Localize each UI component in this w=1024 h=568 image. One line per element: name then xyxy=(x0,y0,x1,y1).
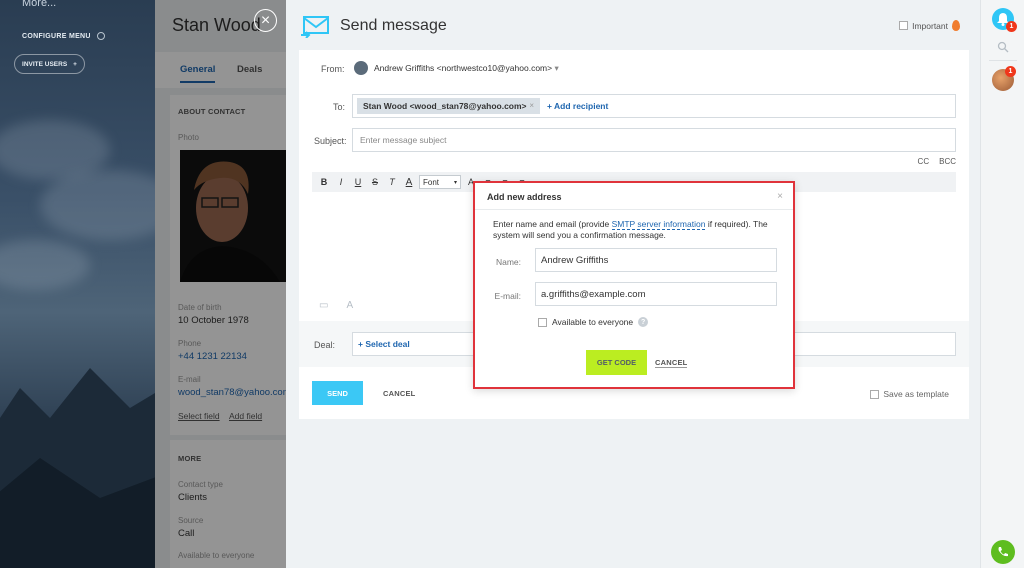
configure-menu-label: CONFIGURE MENU xyxy=(22,32,91,40)
notifications-button[interactable]: 1 xyxy=(992,8,1017,32)
close-slider-button[interactable]: × xyxy=(254,9,277,32)
slider-title: Send message xyxy=(340,17,447,34)
bcc-link[interactable]: BCC xyxy=(939,157,956,166)
user-badge: 1 xyxy=(1005,66,1016,77)
subject-input[interactable] xyxy=(353,129,955,151)
editor-bottom-icons: ▭ A xyxy=(319,300,353,311)
bold-icon[interactable]: B xyxy=(317,175,331,189)
invite-users-button[interactable]: INVITE USERS + xyxy=(14,54,85,74)
flame-icon xyxy=(952,20,960,31)
right-rail: 1 1 xyxy=(980,0,1024,568)
save-template-label: Save as template xyxy=(883,389,949,399)
get-code-button[interactable]: GET CODE xyxy=(586,350,647,375)
font-select-label: Font xyxy=(423,177,440,187)
font-select[interactable]: Font ▾ xyxy=(419,175,461,189)
smtp-server-info-link[interactable]: SMTP server information xyxy=(611,219,706,230)
available-to-everyone-toggle[interactable]: Available to everyone ? xyxy=(538,317,649,327)
available-label: Available to everyone xyxy=(552,317,634,327)
name-field[interactable] xyxy=(535,248,777,272)
underline-icon[interactable]: U xyxy=(351,175,365,189)
add-address-modal: Add new address × Enter name and email (… xyxy=(473,181,795,389)
modal-desc-text-1: Enter name and email (provide xyxy=(493,219,612,229)
select-deal-link[interactable]: + Select deal xyxy=(358,339,410,349)
name-input[interactable] xyxy=(536,249,776,271)
deal-label: Deal: xyxy=(314,340,336,350)
from-label: From: xyxy=(321,64,345,74)
recipient-chip[interactable]: Stan Wood <wood_stan78@yahoo.com> × xyxy=(357,98,540,114)
text-color-icon[interactable]: A xyxy=(402,175,416,189)
left-menu-background: More... CONFIGURE MENU INVITE USERS + xyxy=(0,0,155,568)
recipient-chip-label: Stan Wood <wood_stan78@yahoo.com> xyxy=(363,101,527,111)
gear-icon xyxy=(96,32,105,40)
phone-icon xyxy=(998,547,1008,557)
important-checkbox[interactable] xyxy=(899,21,909,30)
modal-title: Add new address xyxy=(487,192,562,202)
plus-icon: + xyxy=(73,60,77,68)
name-label: Name: xyxy=(495,257,521,267)
clear-format-icon[interactable]: T xyxy=(385,175,399,189)
save-as-template-toggle[interactable]: Save as template xyxy=(870,389,949,399)
cc-bcc-links: CC BCC xyxy=(918,157,956,166)
modal-description: Enter name and email (provide SMTP serve… xyxy=(493,219,783,241)
more-menu-link[interactable]: More... xyxy=(22,0,56,9)
save-template-checkbox[interactable] xyxy=(870,389,880,399)
remove-recipient-icon[interactable]: × xyxy=(529,101,534,110)
mountain-image xyxy=(0,368,155,568)
text-format-icon[interactable]: A xyxy=(346,300,353,311)
subject-label: Subject: xyxy=(314,136,347,146)
notifications-badge: 1 xyxy=(1006,21,1017,32)
modal-divider xyxy=(475,209,793,210)
available-checkbox[interactable] xyxy=(538,317,547,327)
modal-cancel-button[interactable]: CANCEL xyxy=(655,358,688,368)
modal-close-icon[interactable]: × xyxy=(777,191,783,202)
phone-button[interactable] xyxy=(991,540,1015,564)
user-avatar[interactable]: 1 xyxy=(992,66,1016,91)
sender-avatar-icon xyxy=(354,61,368,75)
help-icon[interactable]: ? xyxy=(638,317,649,327)
configure-menu-link[interactable]: CONFIGURE MENU xyxy=(22,32,105,40)
from-value: Andrew Griffiths <northwestco10@yahoo.co… xyxy=(374,63,553,73)
from-selector[interactable]: Andrew Griffiths <northwestco10@yahoo.co… xyxy=(374,63,559,74)
cc-link[interactable]: CC xyxy=(918,157,930,166)
cancel-button[interactable]: CANCEL xyxy=(383,389,415,398)
italic-icon[interactable]: I xyxy=(334,175,348,189)
chevron-down-icon: ▾ xyxy=(554,63,559,73)
search-icon[interactable] xyxy=(997,41,1009,53)
invite-users-label: INVITE USERS xyxy=(22,60,68,68)
important-toggle[interactable]: Important xyxy=(899,20,960,31)
subject-field[interactable] xyxy=(352,128,956,152)
chevron-down-icon: ▾ xyxy=(453,179,457,186)
important-label: Important xyxy=(912,20,948,31)
to-field[interactable]: Stan Wood <wood_stan78@yahoo.com> × + Ad… xyxy=(352,94,956,118)
send-button[interactable]: SEND xyxy=(312,381,363,405)
overlay-dim xyxy=(155,0,286,568)
add-recipient-link[interactable]: + Add recipient xyxy=(547,101,608,111)
strikethrough-icon[interactable]: S xyxy=(368,175,382,189)
rail-divider xyxy=(989,60,1017,61)
email-label: E-mail: xyxy=(494,291,521,301)
attach-icon[interactable]: ▭ xyxy=(319,300,328,311)
send-mail-icon xyxy=(301,16,329,38)
close-icon: × xyxy=(260,11,271,29)
email-input[interactable] xyxy=(536,283,776,305)
email-field[interactable] xyxy=(535,282,777,306)
to-label: To: xyxy=(333,102,346,112)
